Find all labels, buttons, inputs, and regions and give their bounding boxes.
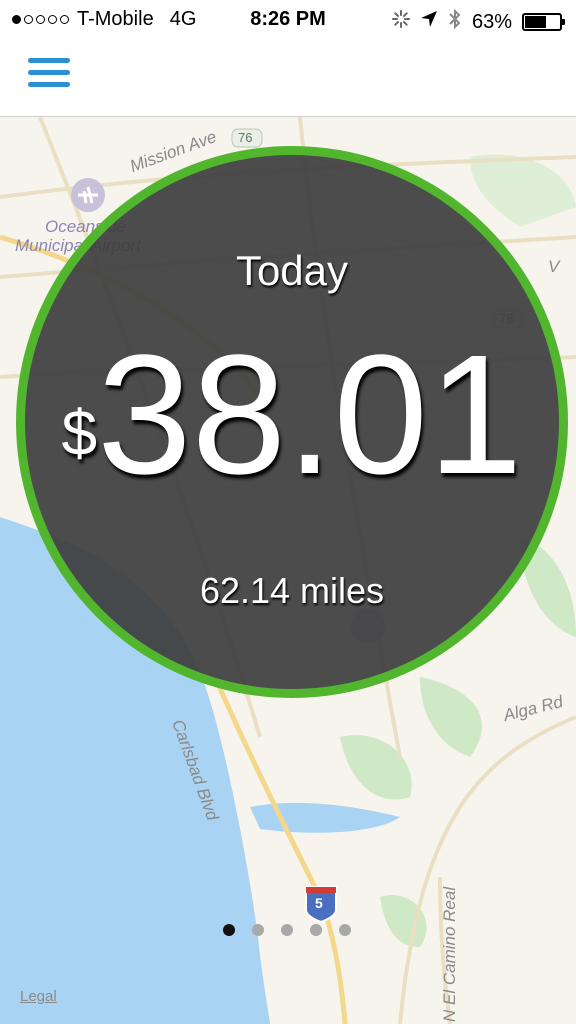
app-header [0, 40, 576, 117]
page-dot-4[interactable] [310, 924, 322, 936]
status-icons: 63% [391, 8, 565, 36]
summary-miles: 62.14 miles [199, 570, 385, 611]
legal-link[interactable]: Legal [20, 988, 57, 1005]
daily-summary-circle[interactable]: Today $38.01 62.14 miles [16, 146, 568, 698]
hwy-5-label: 5 [315, 895, 323, 911]
hamburger-menu-icon[interactable] [28, 58, 70, 92]
map-label-el-camino-real: N El Camino Real [440, 886, 459, 1022]
battery-fill [525, 16, 547, 28]
page-dot-2[interactable] [252, 924, 264, 936]
battery-icon [522, 13, 565, 31]
page-dot-5[interactable] [339, 924, 351, 936]
summary-title: Today [235, 247, 349, 294]
page-dot-3[interactable] [281, 924, 293, 936]
status-bar: T-Mobile 4G 8:26 PM 63% [0, 0, 576, 40]
bluetooth-icon [448, 8, 462, 36]
page-indicator[interactable] [223, 924, 351, 936]
currency-symbol: $ [61, 397, 98, 469]
hwy-76-label: 76 [238, 130, 253, 145]
activity-spinner-icon [391, 10, 410, 34]
summary-amount: $38.01 [25, 330, 559, 500]
page-dot-1[interactable] [223, 924, 235, 936]
battery-percent: 63% [471, 10, 512, 33]
location-arrow-icon [420, 10, 438, 34]
amount-value: 38.01 [97, 320, 523, 510]
